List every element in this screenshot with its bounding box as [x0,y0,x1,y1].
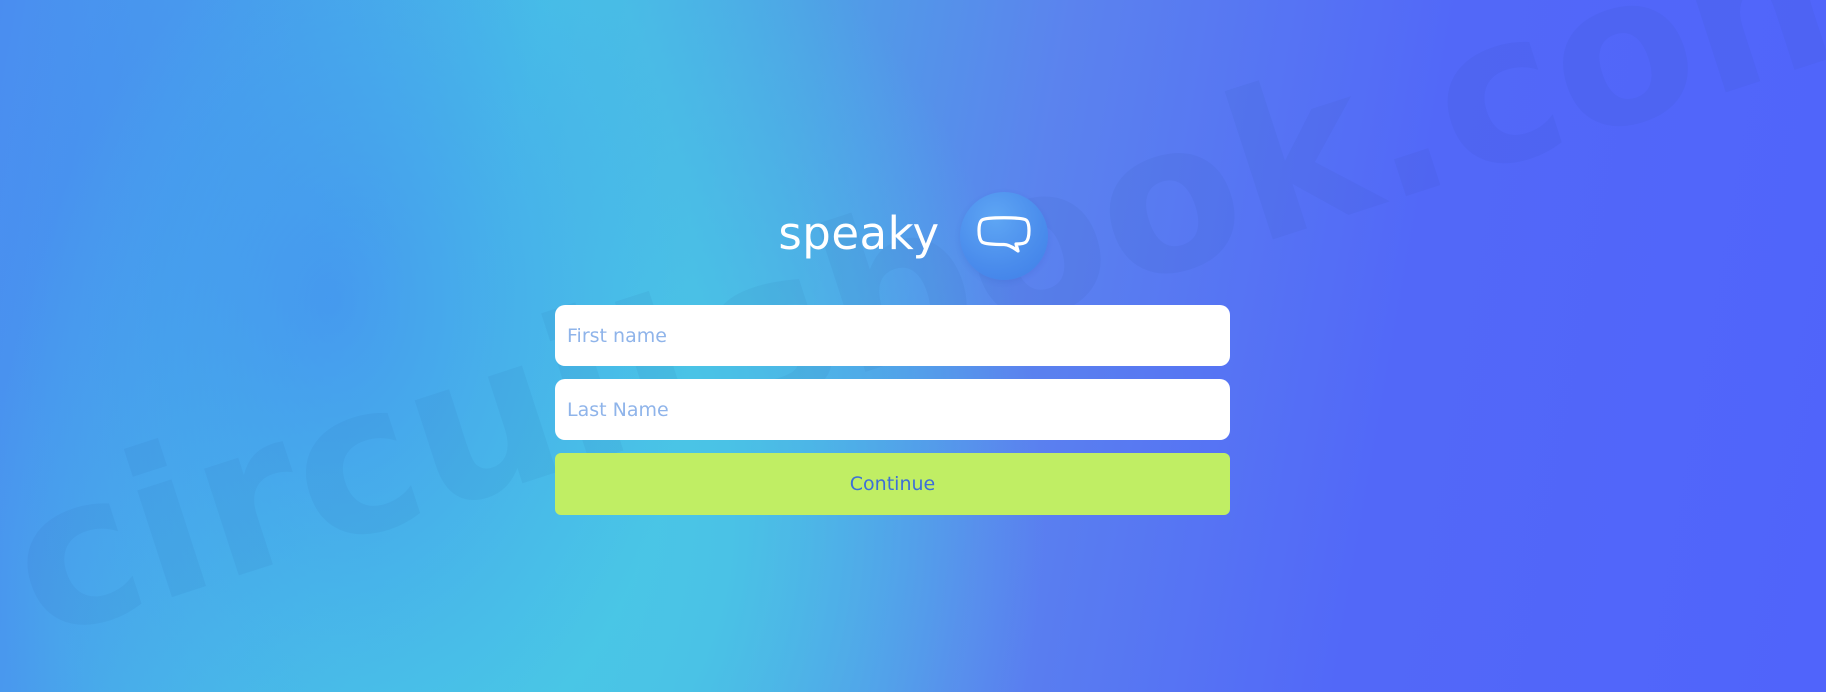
speech-bubble-icon [977,216,1031,253]
continue-button[interactable]: Continue [555,453,1230,515]
brand-logo [959,192,1048,280]
brand-header: speaky [0,191,1826,281]
name-form: Continue [555,305,1230,515]
first-name-input[interactable] [555,305,1230,366]
signup-page: { "brand": { "name": "speaky", "logo_ico… [0,0,1826,692]
last-name-input[interactable] [555,379,1230,440]
brand-name: speaky [778,206,940,260]
